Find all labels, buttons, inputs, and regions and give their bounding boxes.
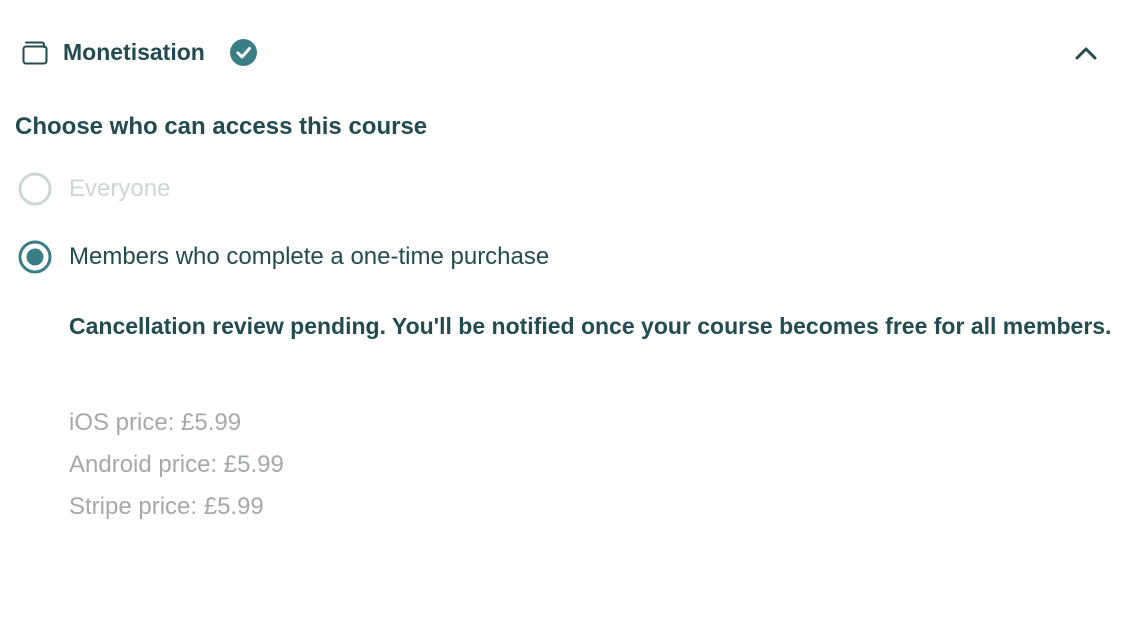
check-circle-icon bbox=[230, 39, 257, 66]
price-list: iOS price: £5.99 Android price: £5.99 St… bbox=[69, 402, 284, 528]
stripe-price: Stripe price: £5.99 bbox=[69, 493, 264, 520]
section-header: Monetisation bbox=[0, 0, 1130, 104]
access-heading: Choose who can access this course bbox=[15, 113, 428, 140]
collapse-section-button[interactable] bbox=[1068, 36, 1104, 70]
ios-price: iOS price: £5.99 bbox=[69, 409, 242, 436]
chevron-up-icon bbox=[1075, 47, 1097, 60]
monetisation-panel: Monetisation Choose who can access this … bbox=[0, 0, 1130, 620]
radio-option-everyone[interactable]: Everyone bbox=[17, 171, 217, 207]
radio-label-everyone: Everyone bbox=[69, 175, 171, 202]
radio-option-one-time-purchase[interactable]: Members who complete a one-time purchase bbox=[17, 239, 637, 275]
radio-unchecked-icon[interactable] bbox=[17, 171, 53, 207]
radio-label-one-time-purchase: Members who complete a one-time purchase bbox=[69, 243, 550, 270]
section-title: Monetisation bbox=[63, 39, 205, 65]
cancellation-notice: Cancellation review pending. You'll be n… bbox=[69, 313, 1112, 339]
folder-icon bbox=[22, 41, 48, 65]
radio-checked-icon[interactable] bbox=[17, 239, 53, 275]
android-price: Android price: £5.99 bbox=[69, 451, 284, 478]
